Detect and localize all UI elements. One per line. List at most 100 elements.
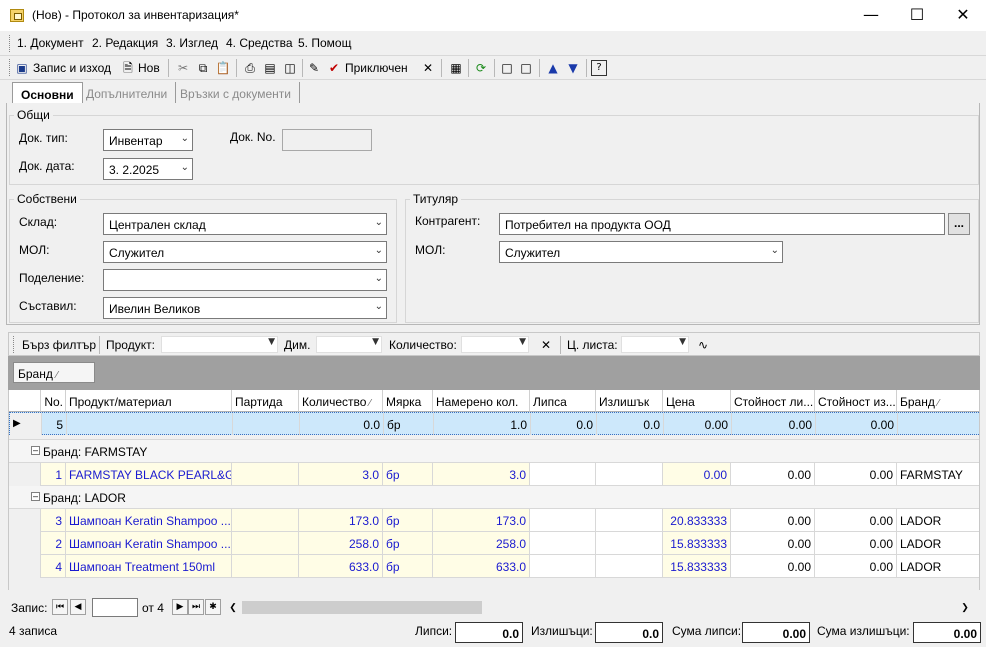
new-record-button[interactable]: ✱	[205, 599, 221, 615]
cell-found[interactable]: 173.0	[433, 509, 530, 532]
cell-unit[interactable]: бр	[383, 509, 433, 532]
product-filter-select[interactable]: ▼	[161, 336, 278, 353]
cell-qty[interactable]: 258.0	[299, 532, 383, 555]
tab-related-documents[interactable]: Връзки с документи	[172, 82, 300, 104]
table-row[interactable]: 3 Шампоан Keratin Shampoo ... 173.0 бр 1…	[9, 509, 979, 532]
copy-button[interactable]: ⧉	[195, 58, 211, 78]
cell-qty[interactable]: 173.0	[299, 509, 383, 532]
help-button[interactable]: ?	[591, 58, 607, 78]
tab-additional[interactable]: Допълнителни	[78, 82, 177, 104]
contractor-field[interactable]: Потребител на продукта ООД	[499, 213, 945, 235]
cell-price[interactable]: 0.00	[663, 463, 731, 486]
conclude-button[interactable]: ✔ Приключен	[326, 58, 408, 78]
col-header-batch[interactable]: Партида	[232, 390, 299, 412]
qty-filter-select[interactable]: ▼	[461, 336, 529, 353]
horizontal-scrollbar[interactable]: ❮ ❯	[226, 599, 972, 616]
col-header-brand[interactable]: Бранд ⁄	[897, 390, 979, 412]
own-mol-select[interactable]: Служител ⌄	[103, 241, 387, 263]
cell-batch[interactable]	[232, 463, 299, 486]
cell-no[interactable]: 2	[41, 532, 66, 555]
scroll-right-icon[interactable]: ❯	[958, 600, 972, 615]
move-down-button[interactable]: ▼	[565, 58, 581, 78]
cell-product[interactable]: Шампоан Keratin Shampoo ...	[66, 532, 232, 555]
print-preview-button[interactable]: ▤	[262, 58, 278, 78]
paste-button[interactable]: 📋	[215, 58, 231, 78]
tab-main[interactable]: Основни	[12, 82, 83, 105]
cell-no[interactable]: 1	[41, 463, 66, 486]
cell-qty[interactable]: 3.0	[299, 463, 383, 486]
table-row[interactable]: 1 FARMSTAY BLACK PEARL&G... 3.0 бр 3.0 0…	[9, 463, 979, 486]
print-button[interactable]: ⎙	[242, 58, 258, 78]
cell-found[interactable]: 258.0	[433, 532, 530, 555]
export-button[interactable]: ◫	[282, 58, 298, 78]
first-record-button[interactable]: ⏮	[52, 599, 68, 615]
group-chip-brand[interactable]: Бранд ⁄	[13, 362, 95, 383]
scroll-left-icon[interactable]: ❮	[226, 600, 240, 615]
cell-price[interactable]: 20.833333	[663, 509, 731, 532]
col-header-value-missing[interactable]: Стойност ли...	[731, 390, 815, 412]
price-list-select[interactable]: ▼	[621, 336, 689, 353]
new-button[interactable]: 🗎 Нов	[120, 58, 160, 78]
menu-view[interactable]: 3. Изглед	[166, 36, 218, 50]
menu-edit[interactable]: 2. Редакция	[92, 36, 158, 50]
cell-batch[interactable]	[232, 509, 299, 532]
col-header-value-surplus[interactable]: Стойност из...	[815, 390, 897, 412]
edit-button[interactable]: ✎	[306, 58, 322, 78]
cell-product[interactable]: Шампоан Keratin Shampoo ...	[66, 509, 232, 532]
summary-row[interactable]: ▶ 5 0.0 бр 1.0 0.0 0.0 0.00 0.00 0.00	[9, 412, 979, 436]
division-select[interactable]: ⌄	[103, 269, 387, 291]
duplicate-row-button[interactable]: □	[518, 58, 534, 78]
doc-date-picker[interactable]: 3. 2.2025 ⌄	[103, 158, 193, 180]
group-row-lador[interactable]: – Бранд: LADOR	[9, 486, 979, 509]
cell-qty[interactable]: 633.0	[299, 555, 383, 578]
warehouse-select[interactable]: Централен склад ⌄	[103, 213, 387, 235]
next-record-button[interactable]: ▶	[172, 599, 188, 615]
col-header-price[interactable]: Цена	[663, 390, 731, 412]
col-header-missing[interactable]: Липса	[530, 390, 596, 412]
cancel-button[interactable]: ✕	[420, 58, 436, 78]
cell-price[interactable]: 15.833333	[663, 555, 731, 578]
menu-tools[interactable]: 4. Средства	[226, 36, 293, 50]
cell-no[interactable]: 4	[41, 555, 66, 578]
last-record-button[interactable]: ⏭	[188, 599, 204, 615]
table-row[interactable]: 2 Шампоан Keratin Shampoo ... 258.0 бр 2…	[9, 532, 979, 555]
dim-filter-select[interactable]: ▼	[316, 336, 382, 353]
contractor-browse-button[interactable]: ...	[948, 213, 970, 235]
prev-record-button[interactable]: ◀	[70, 599, 86, 615]
col-header-quantity[interactable]: Количество ⁄	[299, 390, 383, 412]
table-row[interactable]: 4 Шампоан Treatment 150ml 633.0 бр 633.0…	[9, 555, 979, 578]
apply-filter-button[interactable]: ∿	[695, 335, 711, 355]
collapse-icon[interactable]: –	[31, 492, 40, 501]
cell-price[interactable]: 15.833333	[663, 532, 731, 555]
cell-product[interactable]: Шампоан Treatment 150ml	[66, 555, 232, 578]
cell-no[interactable]: 3	[41, 509, 66, 532]
cell-product[interactable]: FARMSTAY BLACK PEARL&G...	[66, 463, 232, 486]
menu-document[interactable]: 1. Документ	[17, 36, 84, 50]
col-header-surplus[interactable]: Излишък	[596, 390, 663, 412]
col-header-found[interactable]: Намерено кол.	[433, 390, 530, 412]
refresh-button[interactable]: ⟳	[473, 58, 489, 78]
cell-unit[interactable]: бр	[383, 463, 433, 486]
compiled-by-select[interactable]: Ивелин Великов ⌄	[103, 297, 387, 319]
cell-unit[interactable]: бр	[383, 532, 433, 555]
close-button[interactable]: ✕	[940, 0, 986, 31]
cell-batch[interactable]	[232, 555, 299, 578]
scrollbar-thumb[interactable]	[242, 601, 482, 614]
menu-help[interactable]: 5. Помощ	[298, 36, 351, 50]
cut-button[interactable]: ✂	[175, 58, 191, 78]
cell-found[interactable]: 633.0	[433, 555, 530, 578]
collapse-icon[interactable]: –	[31, 446, 40, 455]
maximize-button[interactable]: ☐	[894, 0, 940, 31]
record-number-input[interactable]	[92, 598, 138, 617]
cell-unit[interactable]: бр	[383, 555, 433, 578]
calculator-button[interactable]: ▦	[448, 58, 464, 78]
col-header-product[interactable]: Продукт/материал	[66, 390, 232, 412]
col-header-no[interactable]: No.	[41, 390, 66, 412]
doc-type-select[interactable]: Инвентар ⌄	[103, 129, 193, 151]
move-up-button[interactable]: ▲	[545, 58, 561, 78]
group-row-farmstay[interactable]: – Бранд: FARMSTAY	[9, 440, 979, 463]
save-exit-button[interactable]: ▣ Запис и изход	[14, 58, 111, 78]
holder-mol-select[interactable]: Служител ⌄	[499, 241, 783, 263]
minimize-button[interactable]: —	[848, 0, 894, 31]
cell-batch[interactable]	[232, 532, 299, 555]
